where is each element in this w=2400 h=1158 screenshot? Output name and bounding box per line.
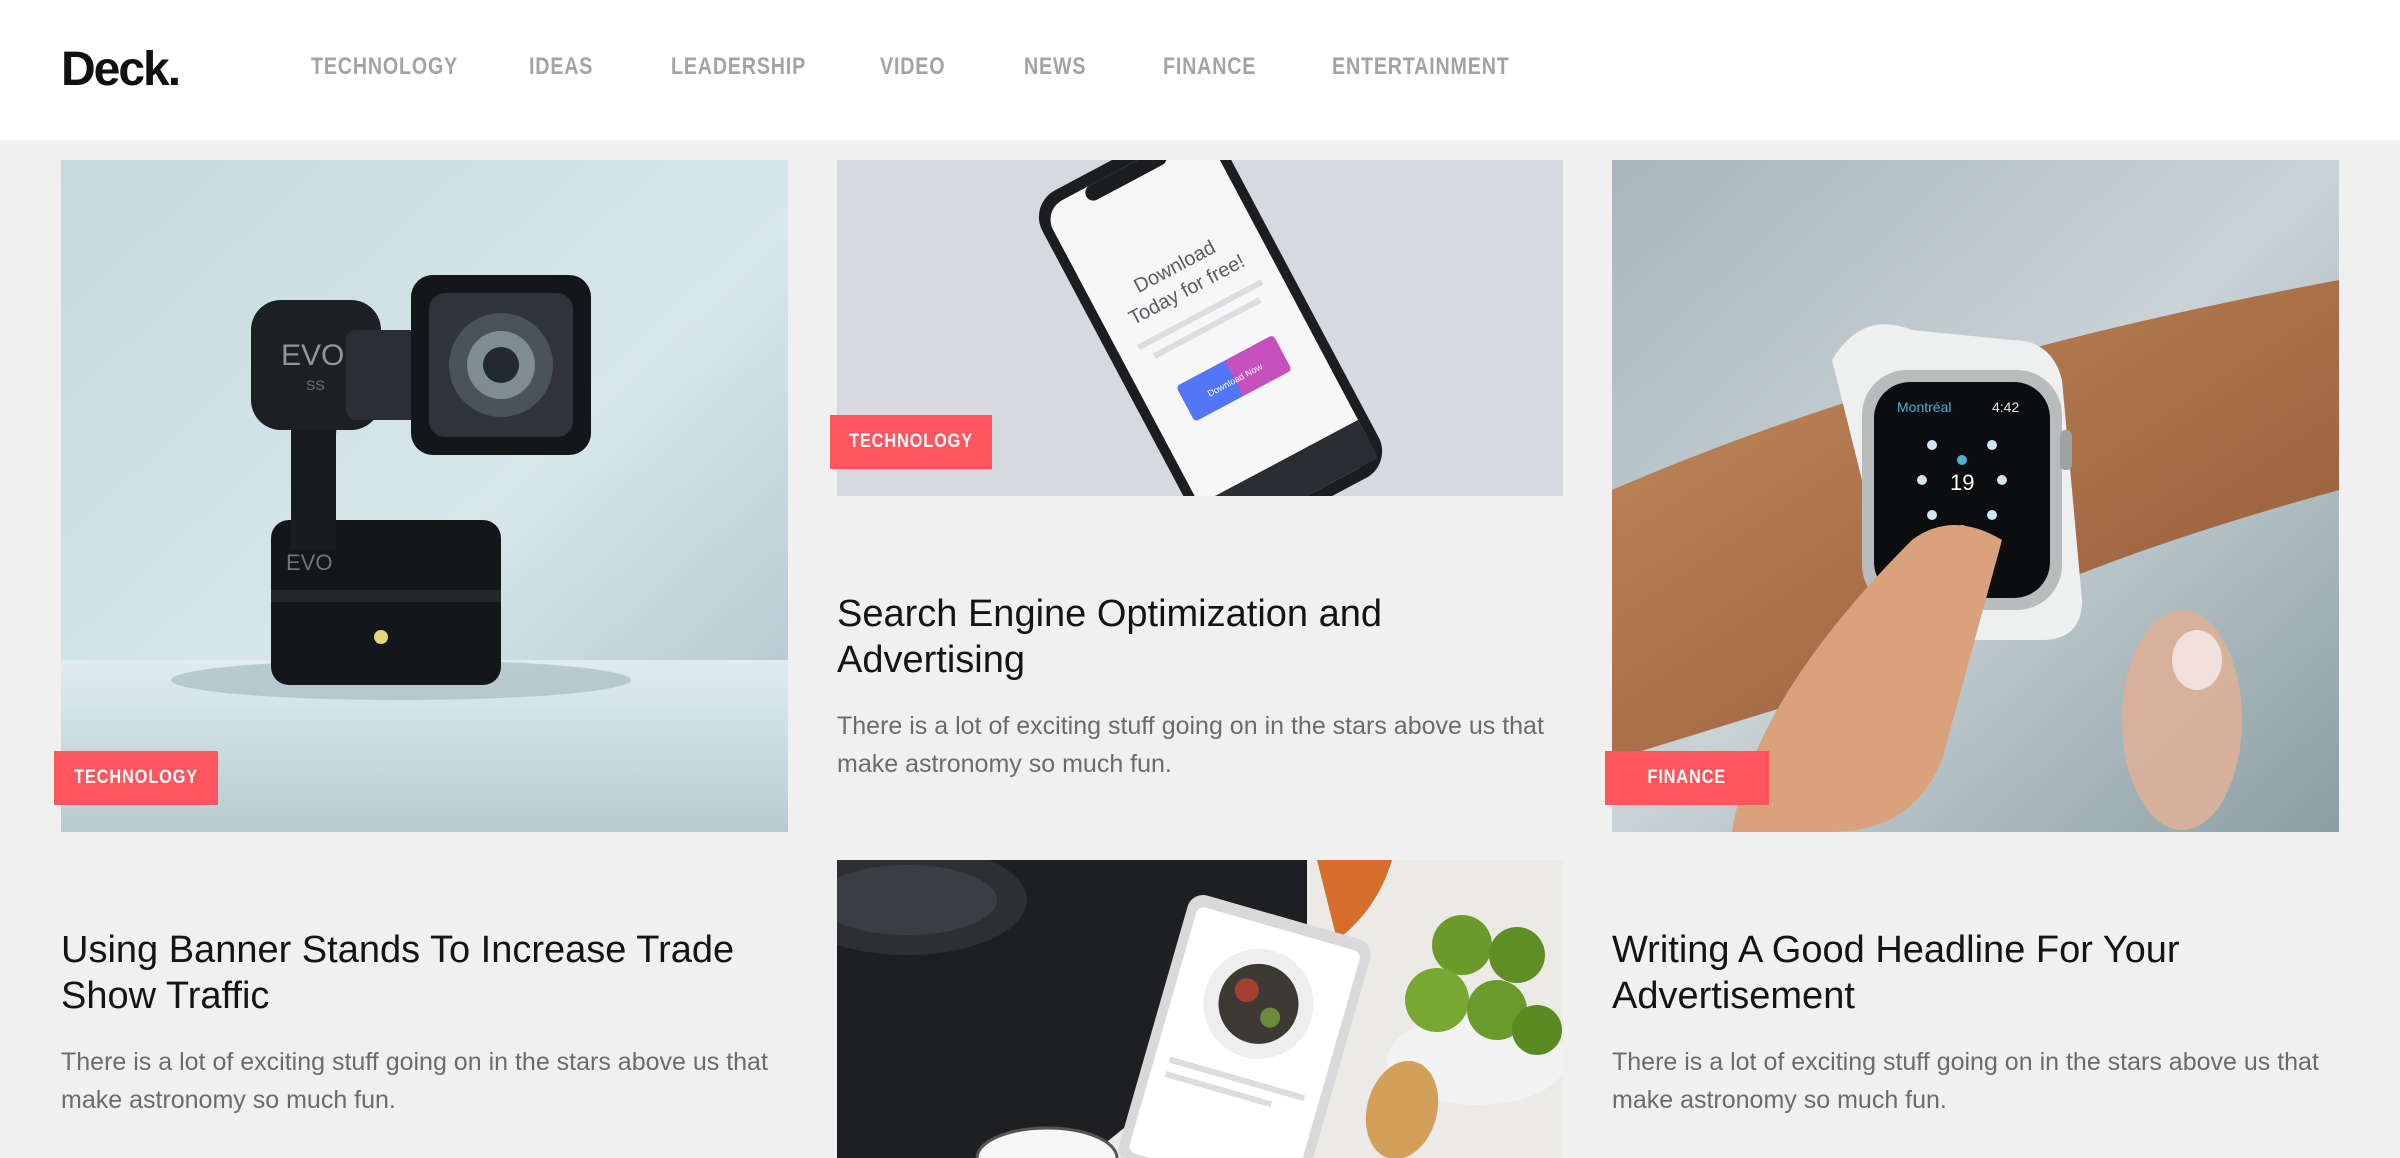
gimbal-model-text: SS (306, 377, 325, 393)
category-badge-technology[interactable]: TECHNOLOGY (54, 751, 218, 805)
nav-item-ideas[interactable]: IDEAS (529, 53, 593, 81)
watch-day-text: 19 (1950, 470, 1974, 495)
nav-item-leadership[interactable]: LEADERSHIP (671, 53, 806, 81)
nav-item-technology[interactable]: TECHNOLOGY (311, 53, 458, 81)
badge-label: TECHNOLOGY (74, 767, 198, 788)
watch-time-text: 4:42 (1992, 399, 2019, 415)
post-excerpt: There is a lot of exciting stuff going o… (61, 1048, 768, 1114)
post-title[interactable]: Using Banner Stands To Increase Trade Sh… (61, 927, 761, 1019)
tablet-kitchen-photo (837, 860, 1563, 1158)
post-image-gimbal[interactable]: EVO SS EVO (61, 160, 788, 832)
site-logo[interactable]: Deck. (61, 42, 181, 98)
post-image-watch[interactable]: Montréal 4:42 19 (1612, 160, 2339, 832)
gimbal-base-brand-text: EVO (286, 550, 332, 575)
post-image-tablet[interactable] (837, 860, 1563, 1158)
nav-item-entertainment[interactable]: ENTERTAINMENT (1332, 53, 1510, 81)
nav-item-news[interactable]: NEWS (1024, 53, 1086, 81)
post-excerpt: There is a lot of exciting stuff going o… (1612, 1048, 2319, 1114)
post-title[interactable]: Search Engine Optimization and Advertisi… (837, 591, 1537, 683)
gimbal-brand-text: EVO (281, 339, 344, 372)
smartwatch-wrist-photo: Montréal 4:42 19 (1612, 160, 2339, 832)
nav-item-video[interactable]: VIDEO (880, 53, 945, 81)
badge-label: FINANCE (1647, 767, 1727, 788)
post-excerpt: There is a lot of exciting stuff going o… (837, 712, 1544, 778)
site-header: Deck. TECHNOLOGY IDEAS LEADERSHIP VIDEO … (0, 0, 2400, 140)
category-badge-technology[interactable]: TECHNOLOGY (830, 415, 992, 469)
category-badge-finance[interactable]: FINANCE (1605, 751, 1769, 805)
watch-city-text: Montréal (1897, 399, 1951, 415)
gimbal-camera-photo: EVO SS EVO (61, 160, 788, 832)
badge-label: TECHNOLOGY (849, 431, 973, 452)
nav-item-finance[interactable]: FINANCE (1163, 53, 1256, 81)
post-title[interactable]: Writing A Good Headline For Your Adverti… (1612, 927, 2312, 1019)
